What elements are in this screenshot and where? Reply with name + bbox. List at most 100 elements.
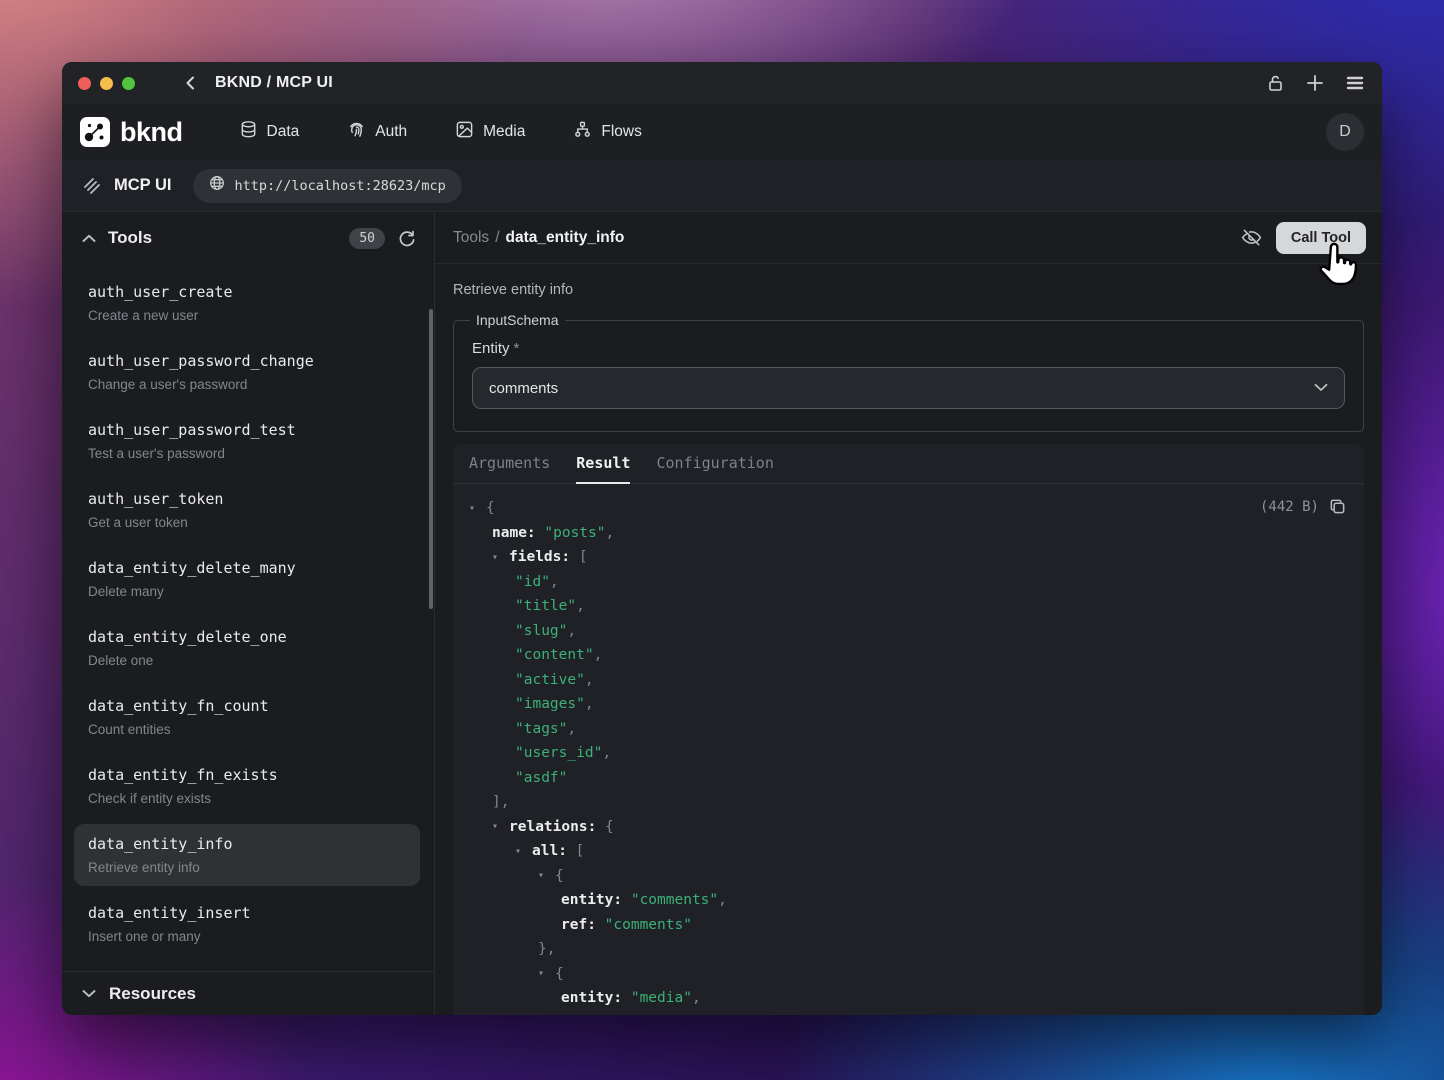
mcp-icon [82,176,102,196]
zoom-window-button[interactable] [122,77,135,90]
page-title: MCP UI [114,176,171,195]
user-avatar[interactable]: D [1326,113,1364,151]
json-token-punct: [ [576,843,585,859]
resources-section-header[interactable]: Resources [62,971,434,1015]
tool-list-item-data_entity_delete_one[interactable]: data_entity_delete_oneDelete one [74,617,420,679]
result-size-badge: (442 B) [1260,499,1319,515]
nav-item-label: Flows [601,123,641,141]
json-line: ▾{ [469,496,1348,521]
tools-section-label: Tools [108,228,337,248]
json-line: ▾all: [ [469,839,1348,864]
json-token-str: "slug" [515,623,567,639]
new-tab-icon[interactable] [1304,72,1326,94]
json-token-punct: { [555,966,564,982]
chevron-down-icon [82,989,96,998]
collapse-triangle-icon[interactable]: ▾ [469,503,486,514]
tool-list-item-data_entity_insert[interactable]: data_entity_insert Insert one or many [74,893,420,955]
json-token-key: fields: [509,549,579,565]
collapse-triangle-icon[interactable]: ▾ [515,846,532,857]
tool-description: Change a user's password [88,377,406,392]
tool-list-item-data_entity_fn_count[interactable]: data_entity_fn_countCount entities [74,686,420,748]
tool-list-item-data_entity_delete_many[interactable]: data_entity_delete_manyDelete many [74,548,420,610]
minimize-window-button[interactable] [100,77,113,90]
json-token-punct: , [550,574,559,590]
nav-item-media[interactable]: Media [455,120,525,144]
menu-icon[interactable] [1344,72,1366,94]
lock-icon[interactable] [1264,72,1286,94]
entity-field-label: Entity* [472,340,1345,357]
fingerprint-icon [347,120,366,144]
tool-description: Check if entity exists [88,791,406,806]
tool-detail-panel: Tools / data_entity_info Call Tool Retri… [435,212,1382,1015]
json-token-str: "comments" [631,892,718,908]
json-token-punct: , [567,623,576,639]
json-line: "title", [469,594,1348,619]
tab-configuration[interactable]: Configuration [656,444,773,484]
refresh-icon[interactable] [397,229,416,248]
json-token-str: "content" [515,647,594,663]
json-token-punct: , [576,598,585,614]
titlebar: BKND / MCP UI [62,62,1382,104]
close-window-button[interactable] [78,77,91,90]
json-token-punct: , [585,672,594,688]
json-result-viewer: (442 B) ▾{name: "posts",▾fields: ["id","… [453,484,1364,1015]
nav-item-flows[interactable]: Flows [573,120,641,144]
breadcrumb-section[interactable]: Tools [453,229,489,247]
tool-name: auth_user_create [88,283,406,301]
bknd-logo-icon [80,117,110,147]
call-tool-button[interactable]: Call Tool [1276,222,1366,254]
json-token-key: name: [492,525,544,541]
tab-result[interactable]: Result [576,444,630,484]
json-token-punct: , [585,696,594,712]
json-line: }, [469,937,1348,962]
json-token-key: ref: [561,917,605,933]
app-nav: bknd Data Auth Media Flows D [62,104,1382,160]
tool-description: Retrieve entity info [453,282,1364,298]
tool-name: data_entity_insert [88,904,406,922]
json-line: ▾{ [469,864,1348,889]
traffic-lights [78,77,135,90]
json-token-punct: , [602,745,611,761]
mcp-bar: MCP UI http://localhost:28623/mcp [62,160,1382,212]
tool-list-item-auth_user_password_change[interactable]: auth_user_password_changeChange a user's… [74,341,420,403]
nav-item-label: Media [483,123,525,141]
collapse-triangle-icon[interactable]: ▾ [538,968,555,979]
tool-list-item-auth_user_token[interactable]: auth_user_tokenGet a user token [74,479,420,541]
tool-list-item-data_entity_info[interactable]: data_entity_infoRetrieve entity info [74,824,420,886]
tool-description: Delete one [88,653,406,668]
entity-select-value: comments [489,380,1314,397]
json-token-str: "id" [515,574,550,590]
brand[interactable]: bknd [80,117,183,148]
window-title: BKND / MCP UI [215,74,333,92]
json-line: "slug", [469,619,1348,644]
tool-list-item-auth_user_password_test[interactable]: auth_user_password_testTest a user's pas… [74,410,420,472]
eye-off-icon[interactable] [1241,227,1262,248]
tool-list-item-data_entity_fn_exists[interactable]: data_entity_fn_existsCheck if entity exi… [74,755,420,817]
tool-list-item-auth_user_create[interactable]: auth_user_createCreate a new user [74,272,420,334]
back-icon[interactable] [179,71,203,95]
result-panel: Arguments Result Configuration (442 B) ▾… [453,444,1364,1015]
json-token-punct: { [605,819,614,835]
collapse-triangle-icon[interactable]: ▾ [492,821,509,832]
json-token-key: all: [532,843,576,859]
server-url-pill[interactable]: http://localhost:28623/mcp [193,169,461,203]
tab-arguments[interactable]: Arguments [469,444,550,484]
json-line: "id", [469,570,1348,595]
nav-items: Data Auth Media Flows [239,120,642,144]
entity-select[interactable]: comments [472,367,1345,409]
collapse-triangle-icon[interactable]: ▾ [492,552,509,563]
nav-item-data[interactable]: Data [239,120,300,144]
chevron-up-icon [82,234,96,243]
copy-icon[interactable] [1329,498,1346,515]
json-token-punct: [ [579,549,588,565]
nav-item-auth[interactable]: Auth [347,120,407,144]
tool-description: Test a user's password [88,446,406,461]
tool-detail-header: Tools / data_entity_info Call Tool [435,212,1382,264]
tools-section-header[interactable]: Tools 50 [62,212,434,264]
collapse-triangle-icon[interactable]: ▾ [538,870,555,881]
brand-name: bknd [120,117,183,148]
database-icon [239,120,258,144]
json-token-punct: { [555,868,564,884]
tool-description: Insert one or many [88,929,406,944]
sidebar-scrollbar[interactable] [429,309,433,609]
